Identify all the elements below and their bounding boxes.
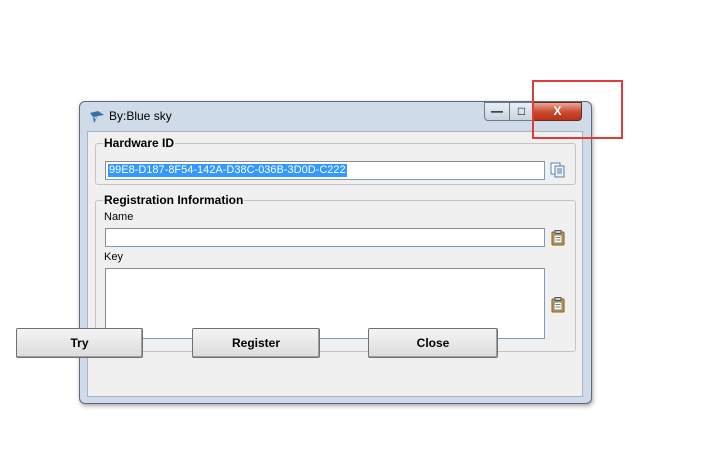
registration-group: Registration Information Name Key xyxy=(95,193,576,352)
maximize-button[interactable]: □ xyxy=(509,102,534,121)
hardware-id-field[interactable]: 99E8-D187-8F54-142A-D38C-036B-3D0D-C222 xyxy=(105,161,545,180)
copy-icon[interactable] xyxy=(549,161,567,179)
name-label: Name xyxy=(104,211,134,223)
register-button[interactable]: Register xyxy=(192,328,320,358)
close-annotation-box xyxy=(532,80,623,139)
close-button[interactable]: Close xyxy=(368,328,498,358)
hardware-id-title: Hardware ID xyxy=(103,136,176,150)
registration-window: By:Blue sky — □ X Hardware ID 99E8-D187-… xyxy=(79,101,592,404)
registration-title: Registration Information xyxy=(103,193,245,207)
name-input[interactable] xyxy=(105,228,545,247)
app-icon xyxy=(90,111,104,123)
client-area: Hardware ID 99E8-D187-8F54-142A-D38C-036… xyxy=(87,131,583,397)
minimize-button[interactable]: — xyxy=(484,102,510,121)
paste-icon[interactable] xyxy=(549,229,567,247)
try-button[interactable]: Try xyxy=(16,328,143,358)
minimize-icon: — xyxy=(491,104,503,118)
title-bar[interactable]: By:Blue sky — □ X xyxy=(80,102,591,130)
paste-icon[interactable] xyxy=(549,296,567,314)
maximize-icon: □ xyxy=(517,104,526,118)
hardware-id-value: 99E8-D187-8F54-142A-D38C-036B-3D0D-C222 xyxy=(108,164,347,177)
window-title: By:Blue sky xyxy=(109,109,172,123)
key-label: Key xyxy=(104,251,123,263)
hardware-id-group: Hardware ID 99E8-D187-8F54-142A-D38C-036… xyxy=(95,136,576,185)
